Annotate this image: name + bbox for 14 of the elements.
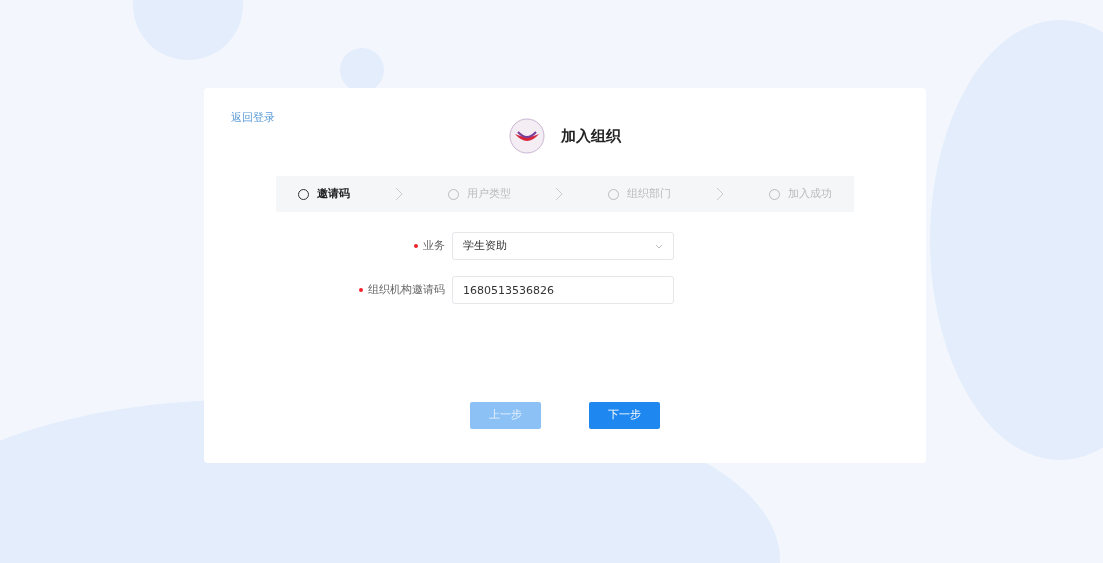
invite-code-input[interactable]: 1680513536826 [452, 276, 674, 304]
back-to-login-link[interactable]: 返回登录 [231, 110, 275, 127]
next-step-button[interactable]: 下一步 [589, 402, 660, 429]
field-label: 业务 [423, 238, 445, 252]
caret-icon [655, 243, 663, 249]
logo-icon [509, 118, 545, 154]
chevron-icon [715, 187, 724, 201]
business-select[interactable]: 学生资助 [452, 232, 674, 260]
chevron-icon [395, 187, 404, 201]
step: 邀请码 [298, 185, 351, 203]
step: 加入成功 [768, 185, 832, 203]
chevron-icon [555, 187, 564, 201]
page-title: 加入组织 [561, 125, 621, 147]
field-label: 组织机构邀请码 [368, 282, 445, 296]
